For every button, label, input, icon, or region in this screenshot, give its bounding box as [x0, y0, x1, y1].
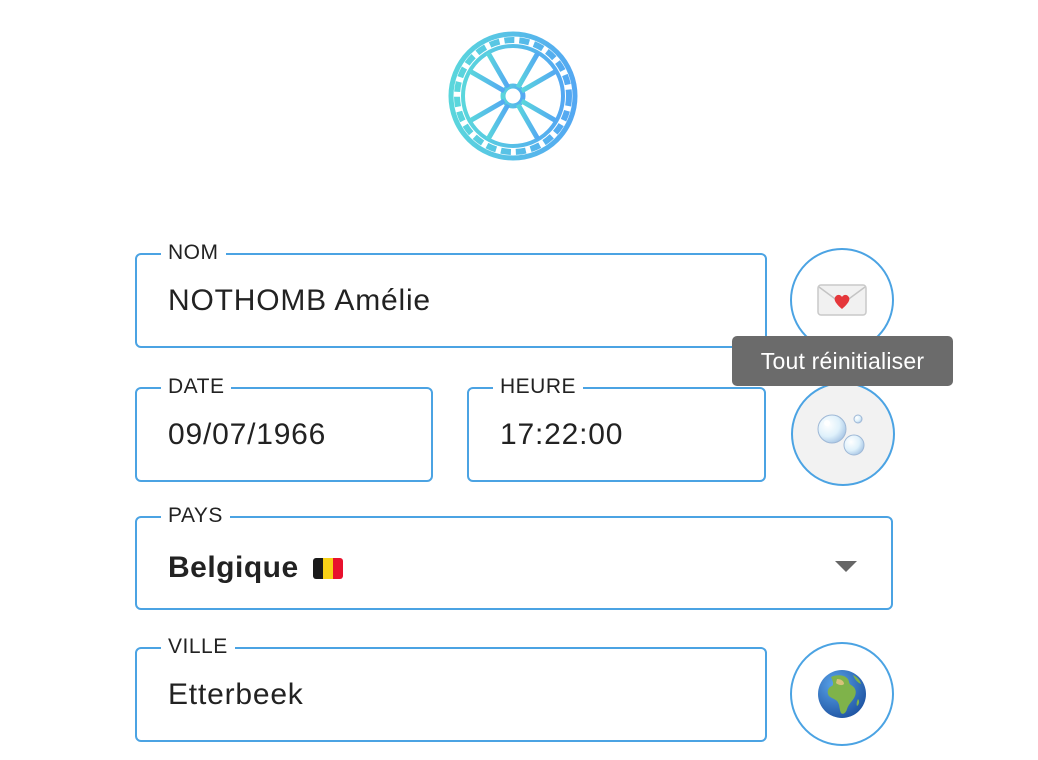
date-label: DATE [161, 375, 232, 399]
wheel-logo-icon [448, 31, 578, 161]
belgian-flag-icon [312, 557, 343, 579]
date-field[interactable]: DATE 09/07/1966 [135, 375, 433, 482]
city-input[interactable]: Etterbeek [168, 677, 728, 713]
country-name: Belgique [168, 551, 299, 584]
chevron-down-icon[interactable] [835, 561, 857, 572]
name-input[interactable]: NOTHOMB Amélie [168, 283, 728, 319]
name-label: NOM [161, 241, 226, 265]
country-value[interactable]: Belgique [168, 550, 343, 586]
city-field[interactable]: VILLE Etterbeek [135, 635, 767, 742]
time-field[interactable]: HEURE 17:22:00 [467, 375, 766, 482]
date-input[interactable]: 09/07/1966 [168, 417, 408, 453]
city-label: VILLE [161, 635, 235, 659]
birth-data-form-page: NOM NOTHOMB Amélie DATE 09/07/1966 HEURE… [0, 0, 1038, 760]
bubbles-icon [817, 414, 865, 456]
country-select[interactable]: PAYS Belgique [135, 504, 893, 610]
name-field[interactable]: NOM NOTHOMB Amélie [135, 241, 767, 348]
reset-tooltip: Tout réinitialiser [732, 336, 953, 386]
time-input[interactable]: 17:22:00 [500, 417, 740, 453]
globe-button[interactable] [790, 642, 894, 746]
reset-all-button[interactable] [791, 382, 895, 486]
globe-africa-icon [818, 670, 866, 718]
love-letter-icon [817, 284, 867, 316]
country-label: PAYS [161, 504, 230, 528]
time-label: HEURE [493, 375, 584, 399]
